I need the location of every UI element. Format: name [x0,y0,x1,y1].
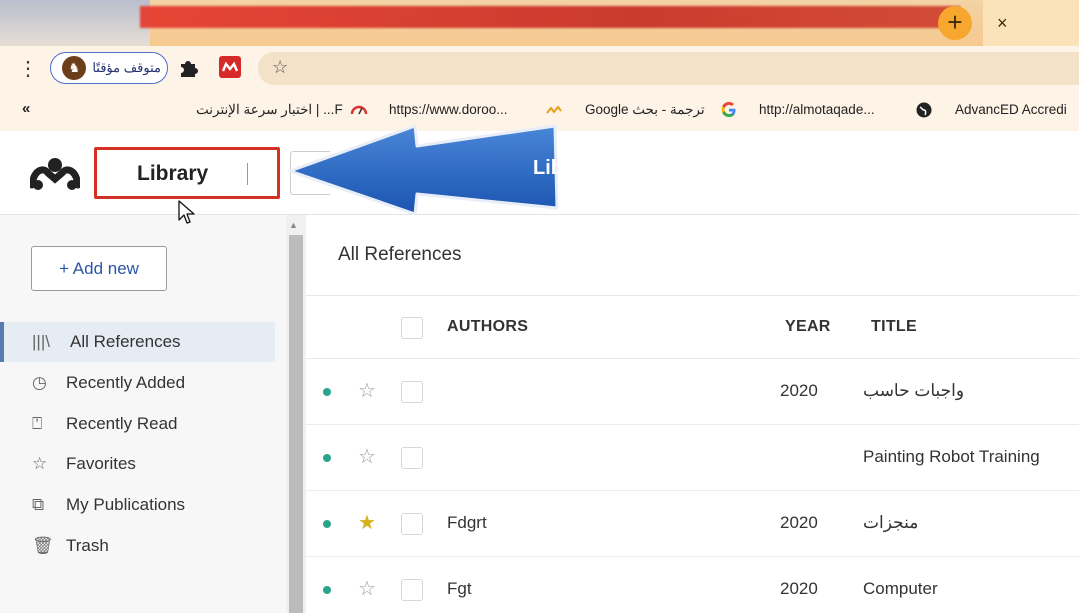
bookmark-almotaqade[interactable]: http://almotaqade... [759,102,875,117]
star-icon: ☆ [32,454,48,473]
tab-strip: + × [0,0,1079,46]
browser-menu-icon[interactable]: ⋮ [18,56,38,81]
table-row[interactable]: ☆ 2020 واجبات حاسب [306,359,1079,425]
sidebar-item-label: My Publications [66,495,186,514]
library-tab[interactable]: Library [94,147,280,199]
library-icon: |||\ [32,332,50,351]
column-authors[interactable]: AUTHORS [447,318,528,336]
sidebar-item-recently-read[interactable]: ⍞ Recently Read [0,404,275,444]
bookmark-doroo[interactable]: https://www.doroo... [389,102,508,117]
callout-text: من تبويب Library [533,157,560,180]
library-tab-label: Library [137,162,209,185]
active-tab[interactable] [140,6,960,28]
paused-label: متوقف مؤقتًا [92,60,161,75]
clock-icon: ◷ [32,373,47,392]
column-year[interactable]: YEAR [785,318,831,336]
publications-icon: ⧉ [32,495,45,514]
add-new-button[interactable]: + Add new [31,246,167,291]
cell-authors: Fdgrt [447,513,487,532]
table-row[interactable]: ☆ Fgt 2020 Computer [306,557,1079,613]
new-tab-button[interactable]: + [938,6,972,40]
site-favicon-icon [546,105,562,114]
bookmarks-expand-icon[interactable]: « [22,100,30,117]
sidebar-item-label: All References [70,332,181,351]
sidebar-item-label: Recently Added [66,373,186,392]
references-panel: All References AUTHORS YEAR TITLE ☆ 2020… [306,215,1079,613]
unread-dot [323,388,331,396]
browser-toolbar: ⋮ متوقف مؤقتًا ♞ ☆ [0,46,1079,91]
address-bar[interactable] [258,52,1079,85]
page-title: All References [338,244,462,265]
speedometer-icon [350,105,368,115]
table-row[interactable]: ☆ Painting Robot Training [306,425,1079,491]
mouse-cursor-icon [178,200,195,224]
sidebar-item-my-publications[interactable]: ⧉ My Publications [0,485,275,525]
favorite-star-icon[interactable]: ☆ [358,378,376,403]
cell-title: Painting Robot Training [863,447,1040,466]
tab-divider [247,163,248,185]
extensions-puzzle-icon[interactable] [178,57,200,79]
sidebar-item-all-references[interactable]: |||\ All References [0,322,275,362]
row-checkbox[interactable] [401,579,423,601]
unread-dot [323,454,331,462]
cell-year: 2020 [780,513,818,532]
sidebar-item-recently-added[interactable]: ◷ Recently Added [0,363,275,403]
table-row[interactable]: ★ Fdgrt 2020 منجزات [306,491,1079,557]
google-icon [721,102,736,117]
cell-year: 2020 [780,381,818,400]
mendeley-extension-icon[interactable] [219,56,241,78]
sidebar-item-label: Trash [66,536,109,555]
cell-title: Computer [863,579,938,598]
mendeley-logo-icon[interactable] [30,155,80,191]
bookmark-google-translate[interactable]: Google ترجمة - بحث [585,102,705,118]
cell-authors: Fgt [447,579,472,598]
profile-paused-button[interactable]: متوقف مؤقتًا ♞ [50,52,168,84]
select-all-checkbox[interactable] [401,317,423,339]
scroll-up-icon[interactable]: ▲ [289,220,298,230]
trash-icon: 🗑 [32,536,54,555]
sidebar-item-favorites[interactable]: ☆ Favorites [0,444,275,484]
favorite-star-icon[interactable]: ★ [358,510,376,535]
column-title[interactable]: TITLE [871,318,917,336]
unread-dot [323,520,331,528]
table-header: AUTHORS YEAR TITLE [306,295,1079,359]
sidebar: + Add new |||\ All References ◷ Recently… [0,215,286,613]
sidebar-item-label: Favorites [66,454,136,473]
screen: + × ⋮ متوقف مؤقتًا ♞ ☆ « F... | اختبار س… [0,0,1079,613]
bookmark-advanced[interactable]: AdvancED Accredi [955,102,1067,117]
cell-title: منجزات [863,513,919,532]
close-tab-button[interactable]: × [983,0,1079,46]
globe-icon [916,102,932,118]
sidebar-item-label: Recently Read [66,414,178,433]
annotation-callout-arrow: من تبويب Library [288,124,560,216]
cell-title: واجبات حاسب [863,381,965,400]
unread-dot [323,586,331,594]
cell-year: 2020 [780,579,818,598]
bookmark-star-icon[interactable]: ☆ [272,57,288,78]
favorite-star-icon[interactable]: ☆ [358,576,376,601]
profile-avatar-icon: ♞ [62,56,87,80]
scrollbar-thumb[interactable] [289,235,303,613]
sidebar-item-trash[interactable]: 🗑 Trash [0,526,275,566]
favorite-star-icon[interactable]: ☆ [358,444,376,469]
row-checkbox[interactable] [401,381,423,403]
row-checkbox[interactable] [401,513,423,535]
bookmark-speedtest[interactable]: F... | اختبار سرعة الإنترنت [196,102,343,118]
bookmark-icon: ⍞ [32,414,43,433]
row-checkbox[interactable] [401,447,423,469]
